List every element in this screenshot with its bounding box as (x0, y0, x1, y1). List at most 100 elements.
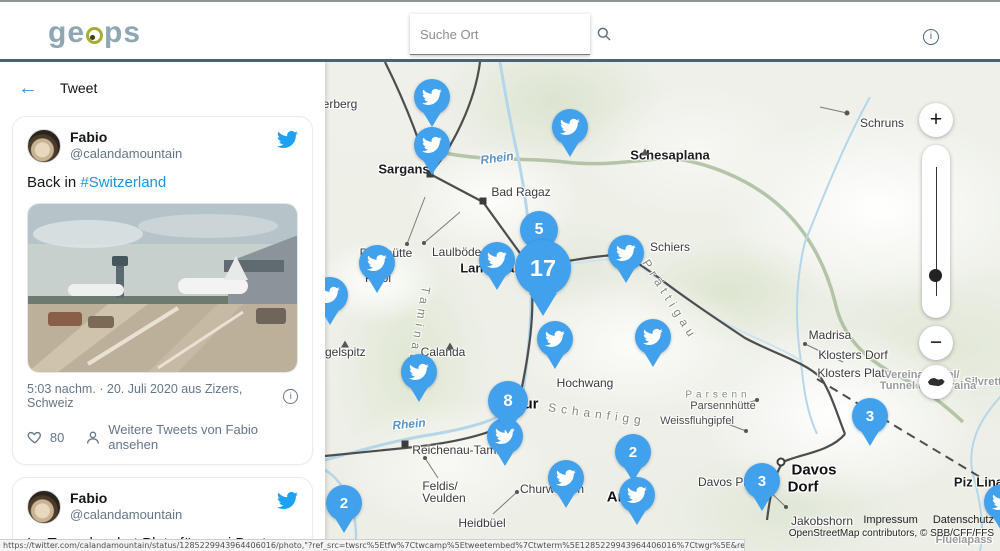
tweet-meta: 5:03 nachm. · 20. Juli 2020 aus Zizers, … (27, 382, 283, 410)
search-icon[interactable] (596, 26, 612, 42)
tweet-info-icon[interactable]: i (283, 389, 298, 404)
tweet-handle[interactable]: @calandamountain (70, 146, 182, 162)
panel-title: Tweet (60, 80, 97, 96)
map-label: Davos (791, 462, 836, 479)
cluster-count: 3 (758, 473, 766, 490)
twitter-bird-icon (556, 468, 576, 488)
zoom-out-button[interactable]: − (919, 326, 953, 360)
more-tweets-link[interactable]: Weitere Tweets von Fabio ansehen (108, 422, 298, 452)
search-input[interactable] (420, 27, 596, 42)
twitter-icon[interactable] (277, 490, 298, 511)
station-icon (480, 198, 487, 205)
twitter-bird-icon (367, 253, 387, 273)
tweet-cluster-marker[interactable]: 3 (744, 463, 780, 511)
avatar[interactable] (27, 129, 61, 163)
map-label: erberg (325, 97, 357, 111)
twitter-bird-icon (560, 117, 580, 137)
tweet-cluster-marker[interactable]: 3 (852, 398, 888, 446)
tweet-marker[interactable] (984, 484, 1000, 532)
logo-text-post: ps (104, 16, 141, 50)
osm-attribution: OpenStreetMap contributors, © SBB/CFF/FF… (789, 528, 994, 539)
map-label: Klosters Platz (817, 366, 890, 380)
tweet-card[interactable]: Fabio @calandamountain Back in #Switzerl… (12, 116, 313, 465)
zoom-in-button[interactable]: + (919, 103, 953, 137)
map-label: Klosters Dorf (818, 348, 887, 362)
tweet-cluster-marker[interactable]: 17 (515, 240, 571, 316)
impressum-link[interactable]: Impressum (863, 514, 917, 526)
twitter-bird-icon (422, 87, 442, 107)
twitter-bird-icon (325, 285, 340, 305)
station-icon (402, 441, 409, 448)
map-label: Rhein (392, 416, 426, 433)
cluster-count: 2 (340, 495, 348, 512)
fit-switzerland-button[interactable] (919, 365, 953, 399)
tweet-cluster-marker[interactable]: 8 (488, 381, 528, 434)
panel-header: ← Tweet (0, 62, 325, 114)
tweet-author[interactable]: Fabio (70, 490, 182, 507)
like-count: 80 (50, 430, 64, 445)
zoom-slider-knob[interactable] (929, 269, 942, 282)
user-icon (85, 429, 101, 446)
avatar[interactable] (27, 490, 61, 524)
tweet-marker[interactable] (414, 127, 450, 175)
status-url: https://twitter.com/calandamountain/stat… (0, 539, 745, 551)
map-label: Hochwang (557, 376, 614, 390)
zoom-slider[interactable] (922, 145, 950, 318)
twitter-bird-icon (643, 327, 663, 347)
tweet-cluster-marker[interactable]: 2 (615, 434, 651, 482)
map-label: Schiers (650, 240, 690, 254)
tweet-marker[interactable] (359, 245, 395, 293)
map-label: Veulden (422, 491, 465, 505)
tweet-marker[interactable] (608, 235, 644, 283)
tweet-marker[interactable] (635, 319, 671, 367)
tweet-marker[interactable] (537, 321, 573, 369)
twitter-icon[interactable] (277, 129, 298, 150)
map-label: Madrisa (809, 328, 852, 342)
tweet-panel: ← Tweet Fabio @calandamountain Back in #… (0, 62, 325, 551)
map-label: Heidbüel (458, 516, 505, 530)
twitter-bird-icon (616, 243, 636, 263)
cluster-count: 2 (629, 444, 637, 461)
cluster-count: 5 (535, 221, 544, 239)
logo-o-icon (86, 27, 103, 44)
twitter-bird-icon (422, 135, 442, 155)
tweet-marker[interactable] (479, 242, 515, 290)
map-attribution: Impressum Datenschutz OpenStreetMap cont… (789, 514, 994, 539)
map-label: Schruns (860, 116, 904, 130)
map-label: Parsennhütte (690, 400, 755, 412)
tweet-marker[interactable] (401, 354, 437, 402)
tweet-marker[interactable] (325, 277, 348, 325)
tweet-marker[interactable] (548, 460, 584, 508)
cluster-count: 17 (530, 255, 556, 282)
tweet-photo-airport[interactable] (27, 203, 298, 373)
map-label: Dorf (788, 479, 819, 496)
twitter-bird-icon (487, 250, 507, 270)
map-label: Parsenn (685, 390, 750, 401)
twitter-bird-icon (627, 485, 647, 505)
like-icon[interactable] (27, 429, 43, 446)
info-icon[interactable]: i (923, 29, 939, 45)
tweet-text: Back in #Switzerland (27, 173, 298, 193)
cluster-count: 8 (503, 391, 512, 411)
peak-icon (641, 149, 649, 156)
map-label: Weissfluhgipfel (660, 415, 734, 427)
tweet-marker[interactable] (552, 109, 588, 157)
twitter-bird-icon (545, 329, 565, 349)
map-label: Bad Ragaz (491, 185, 550, 199)
peak-icon (446, 343, 454, 350)
back-arrow-icon[interactable]: ← (18, 78, 38, 98)
search-box (410, 14, 590, 55)
app-header: geps i (0, 0, 1000, 62)
tweet-marker[interactable] (414, 79, 450, 127)
map-canvas[interactable]: erbergSargansRheinBad RagazSchrunsSchesa… (325, 62, 1000, 551)
peak-icon (341, 341, 349, 348)
tweet-handle[interactable]: @calandamountain (70, 507, 182, 523)
tweet-author[interactable]: Fabio (70, 129, 182, 146)
tweet-marker[interactable] (619, 477, 655, 525)
twitter-bird-icon (992, 492, 1000, 512)
hashtag-link[interactable]: #Switzerland (80, 174, 166, 191)
logo-text-pre: ge (48, 16, 85, 50)
switzerland-icon (926, 376, 946, 388)
tweet-cluster-marker[interactable]: 2 (326, 485, 362, 533)
twitter-bird-icon (409, 362, 429, 382)
